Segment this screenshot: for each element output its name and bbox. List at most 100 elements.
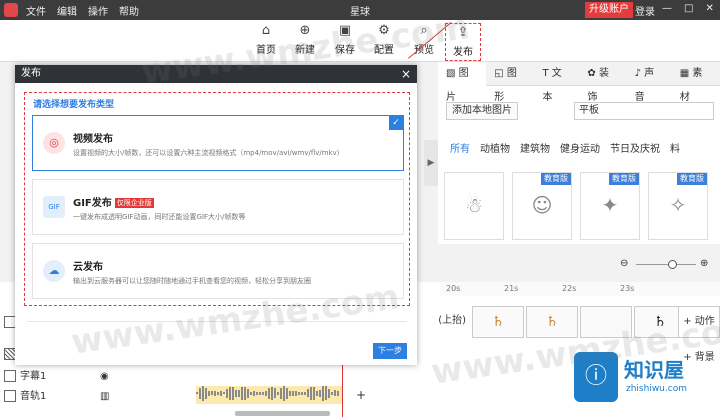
- option-gif-publish[interactable]: GIF GIF发布 仅限企业版 一键发布成透明GIF动画，同时还能设置GIF大小/…: [32, 179, 404, 235]
- waveform-bar: [274, 388, 276, 399]
- home-icon: ⌂: [261, 23, 271, 38]
- waveform-bar: [199, 388, 201, 399]
- lightbulb-icon: ⓘ: [574, 352, 618, 402]
- zoom-in-icon[interactable]: ⊕: [700, 258, 708, 269]
- zoom-control: ⊖ ⊕: [620, 258, 716, 272]
- tab-assets[interactable]: ▦ 素材: [672, 62, 720, 103]
- waveform-bar: [244, 386, 246, 401]
- image-thumbnail[interactable]: 教育版 ☺: [512, 172, 572, 240]
- zoom-out-icon[interactable]: ⊖: [620, 258, 628, 269]
- cloud-icon: ☁: [43, 260, 65, 282]
- search-input[interactable]: 平板: [574, 102, 714, 120]
- checkmark-icon: ✓: [389, 116, 403, 130]
- waveform-bar: [271, 386, 273, 401]
- waveform-bar: [319, 389, 321, 398]
- option-desc: 输出到云服务器可以让您随时随地通过手机查看您的视频，轻松分享到朋友圈: [73, 277, 311, 285]
- waveform-bar: [205, 387, 207, 400]
- film-reel-icon: ◎: [43, 132, 65, 154]
- zoom-track[interactable]: [636, 264, 696, 265]
- track-clip[interactable]: [580, 306, 632, 338]
- planet-icon: ♄: [491, 314, 505, 330]
- image-thumbnail[interactable]: ☃: [444, 172, 504, 240]
- waveform-bar: [238, 389, 240, 397]
- waveform-bar: [250, 392, 252, 395]
- waveform-bar: [331, 392, 333, 395]
- restore-icon[interactable]: □: [684, 4, 693, 14]
- waveform-bar: [298, 392, 300, 395]
- category-more[interactable]: 料: [670, 140, 680, 155]
- eye-icon[interactable]: ◉: [100, 368, 109, 386]
- tab-decoration[interactable]: ✿ 装饰: [579, 62, 626, 103]
- track-row-audio[interactable]: 音轨1 ▥: [0, 388, 112, 406]
- minimize-icon[interactable]: —: [662, 4, 672, 14]
- title-bar: 文件 编辑 操作 帮助 星球 升级账户 登录 — □ ✕: [0, 0, 720, 20]
- zoom-slider-handle[interactable]: [668, 260, 677, 269]
- category-buildings[interactable]: 建筑物: [520, 140, 550, 155]
- add-audio-icon[interactable]: +: [356, 388, 366, 402]
- logo-name: 知识屋: [624, 358, 684, 382]
- tab-text[interactable]: T 文本: [534, 62, 579, 103]
- audio-waveform[interactable]: [196, 386, 342, 404]
- tab-sound[interactable]: ♪ 声音: [627, 62, 672, 103]
- category-plants-animals[interactable]: 动植物: [480, 140, 510, 155]
- waveform-bar: [286, 387, 288, 400]
- subtitle-track-label: 字幕1: [20, 371, 47, 382]
- close-icon[interactable]: ×: [401, 65, 411, 83]
- waveform-bar: [277, 392, 279, 395]
- publish-label: 发布: [453, 47, 473, 58]
- add-action-button[interactable]: + 动作: [678, 306, 720, 338]
- settings-button[interactable]: ⚙ 配置: [366, 23, 402, 56]
- category-holidays[interactable]: 节日及庆祝: [610, 140, 660, 155]
- waveform-bar: [214, 391, 216, 396]
- settings-label: 配置: [374, 45, 394, 56]
- trash-icon[interactable]: ▥: [100, 388, 109, 406]
- tab-image[interactable]: ▧ 图片: [438, 62, 487, 103]
- clip-label: (上抬): [408, 306, 470, 338]
- edu-badge: 教育版: [677, 173, 707, 185]
- new-button[interactable]: ⊕ 新建: [287, 23, 323, 56]
- tab-shape[interactable]: ◱ 图形: [486, 62, 534, 103]
- edu-badge: 教育版: [609, 173, 639, 185]
- waveform-bar: [256, 391, 258, 396]
- category-all[interactable]: 所有: [450, 140, 470, 155]
- home-button[interactable]: ⌂ 首页: [248, 23, 284, 56]
- save-button[interactable]: ▣ 保存: [327, 23, 363, 56]
- dialog-title: 发布: [21, 68, 41, 79]
- figure-sketch-icon: ✧: [669, 193, 687, 217]
- waveform-bar: [217, 392, 219, 395]
- waveform-bar: [301, 391, 303, 396]
- waveform-bar: [289, 391, 291, 396]
- gif-file-icon: GIF: [43, 196, 65, 218]
- text-icon: [4, 370, 16, 382]
- horizontal-scrollbar[interactable]: [235, 411, 330, 416]
- login-link[interactable]: 登录: [635, 3, 655, 18]
- waveform-bar: [334, 390, 336, 397]
- site-logo: ⓘ 知识屋 zhishiwu.com: [574, 352, 714, 406]
- track-clip[interactable]: ♄: [472, 306, 524, 338]
- track-row-subtitle[interactable]: 字幕1 ◉: [0, 368, 112, 386]
- image-thumbnail[interactable]: 教育版 ✧: [648, 172, 708, 240]
- close-icon[interactable]: ✕: [705, 4, 713, 14]
- publish-type-group: 请选择想要发布类型 ◎ 视频发布 设置视频的大小/帧数，还可以设置六种主流视频格…: [24, 92, 410, 306]
- next-step-button[interactable]: 下一步: [373, 343, 407, 359]
- upgrade-button[interactable]: 升级账户: [585, 2, 633, 18]
- waveform-bar: [235, 390, 237, 397]
- track-clip[interactable]: ♄: [526, 306, 578, 338]
- resource-panel: ▧ 图片 ◱ 图形 T 文本 ✿ 装饰 ♪ 声音 ▦ 素材 添加本地图片 平板 …: [438, 62, 720, 244]
- waveform-bar: [241, 386, 243, 401]
- add-local-image-button[interactable]: 添加本地图片: [446, 102, 518, 120]
- main-toolbar: ⌂ 首页 ⊕ 新建 ▣ 保存 ⚙ 配置 ⌕ 预览 ⇪ 发布: [0, 20, 720, 62]
- option-cloud-publish[interactable]: ☁ 云发布 输出到云服务器可以让您随时随地通过手机查看您的视频，轻松分享到朋友圈: [32, 243, 404, 299]
- option-video-publish[interactable]: ◎ 视频发布 设置视频的大小/帧数，还可以设置六种主流视频格式（mp4/mov/…: [32, 115, 404, 171]
- waveform-bar: [307, 389, 309, 398]
- ruler-tick: 21s: [504, 284, 519, 293]
- waveform-bar: [229, 386, 231, 401]
- waveform-bar: [259, 391, 261, 396]
- waveform-bar: [220, 391, 222, 396]
- panel-collapse-handle[interactable]: ▶: [424, 140, 438, 186]
- waveform-bar: [337, 391, 339, 396]
- image-thumbnail[interactable]: 教育版 ✦: [580, 172, 640, 240]
- category-fitness[interactable]: 健身运动: [560, 140, 600, 155]
- image-icon: ▧: [446, 68, 459, 79]
- waveform-bar: [232, 386, 234, 400]
